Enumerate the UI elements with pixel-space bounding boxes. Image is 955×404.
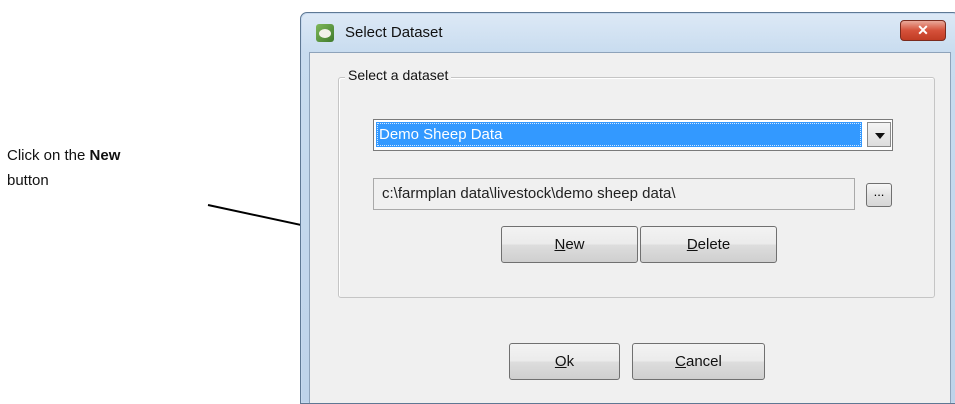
ok-button[interactable]: Ok	[509, 343, 620, 380]
instruction-text: Click on the	[7, 147, 90, 164]
new-button-label: ew	[565, 236, 585, 253]
new-button[interactable]: New	[501, 226, 638, 263]
dataset-path-field[interactable]: c:\farmplan data\livestock\demo sheep da…	[373, 178, 855, 210]
new-button-accel: N	[554, 236, 566, 253]
select-dataset-dialog: Select Dataset ✕ Select a dataset Demo S…	[300, 12, 955, 404]
delete-button-accel: D	[686, 236, 698, 253]
ok-button-label: k	[566, 353, 575, 370]
close-button[interactable]: ✕	[900, 20, 946, 41]
dataset-dropdown[interactable]: Demo Sheep Data	[373, 119, 893, 151]
instruction-callout: Click on the New button	[7, 143, 197, 193]
browse-button[interactable]: ...	[866, 183, 892, 207]
groupbox-label: Select a dataset	[345, 67, 452, 83]
sheep-app-icon	[316, 24, 334, 42]
ok-button-accel: O	[554, 353, 567, 370]
dataset-dropdown-value[interactable]: Demo Sheep Data	[376, 122, 862, 147]
delete-button[interactable]: Delete	[640, 226, 777, 263]
cancel-button-accel: C	[675, 353, 686, 370]
chevron-down-icon[interactable]	[867, 122, 891, 147]
close-icon: ✕	[917, 22, 929, 38]
cancel-button-label: ancel	[685, 353, 722, 370]
dialog-body: Select a dataset Demo Sheep Data c:\farm…	[309, 52, 951, 403]
cancel-button[interactable]: Cancel	[632, 343, 765, 380]
delete-button-label: elete	[697, 236, 731, 253]
title-bar[interactable]: Select Dataset ✕	[301, 13, 955, 53]
instruction-emphasis: New	[89, 147, 121, 164]
instruction-text-line2: button	[7, 172, 49, 189]
dialog-title: Select Dataset	[345, 24, 443, 41]
dataset-groupbox: Select a dataset Demo Sheep Data c:\farm…	[338, 67, 935, 298]
